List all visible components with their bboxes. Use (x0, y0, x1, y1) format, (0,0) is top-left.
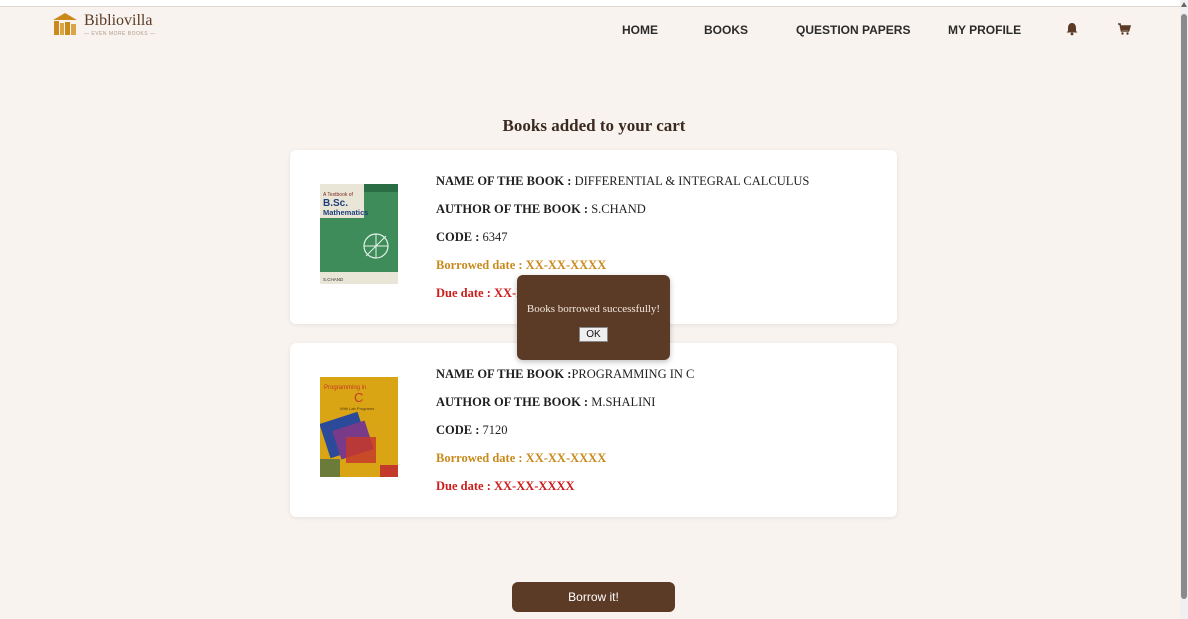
nav-question-papers[interactable]: QUESTION PAPERS (796, 23, 910, 37)
book-cover-image[interactable]: Programming in C With Lab Programs (320, 377, 398, 477)
page-scrollbar[interactable] (1180, 0, 1188, 619)
cart-item-card: Programming in C With Lab Programs NAME … (290, 343, 897, 517)
book-author-value: S.CHAND (588, 202, 646, 216)
book-code-label: CODE : (436, 230, 480, 244)
cart-icon[interactable] (1117, 22, 1131, 36)
book-author-label: AUTHOR OF THE BOOK : (436, 202, 589, 216)
dialog-message: Books borrowed successfully! (526, 303, 661, 315)
borrowed-date: Borrowed date : XX-XX-XXXX (436, 451, 607, 465)
book-author-row: AUTHOR OF THE BOOK : S.CHAND (436, 202, 809, 230)
book-cover-image[interactable]: A Textbook of B.Sc. Mathematics S.CHAND (320, 184, 398, 284)
scroll-up-arrow-icon[interactable] (1181, 2, 1187, 7)
book-name-label: NAME OF THE BOOK : (436, 367, 572, 381)
window-top-border (0, 0, 1188, 7)
success-dialog: Books borrowed successfully! OK (517, 275, 670, 360)
svg-text:Mathematics: Mathematics (323, 208, 368, 217)
book-code-value: 7120 (479, 423, 508, 437)
borrow-button[interactable]: Borrow it! (512, 582, 675, 612)
book-code-value: 6347 (479, 230, 508, 244)
brand[interactable]: Bibliovilla — EVEN MORE BOOKS — (52, 12, 155, 42)
page-title: Books added to your cart (502, 116, 686, 135)
book-name-row: NAME OF THE BOOK :PROGRAMMING IN C (436, 367, 694, 395)
navbar: Bibliovilla — EVEN MORE BOOKS — HOME BOO… (0, 7, 1180, 51)
svg-text:C: C (354, 390, 363, 405)
book-author-label: AUTHOR OF THE BOOK : (436, 395, 589, 409)
brand-tagline: — EVEN MORE BOOKS — (84, 31, 156, 37)
library-logo-icon (53, 13, 77, 35)
brand-name: Bibliovilla (84, 12, 153, 29)
book-details: NAME OF THE BOOK :PROGRAMMING IN C AUTHO… (436, 367, 694, 507)
bell-icon[interactable] (1065, 22, 1079, 36)
nav-books[interactable]: BOOKS (704, 23, 748, 37)
book-name-label: NAME OF THE BOOK : (436, 174, 572, 188)
nav-my-profile[interactable]: MY PROFILE (948, 23, 1021, 37)
book-name-row: NAME OF THE BOOK : DIFFERENTIAL & INTEGR… (436, 174, 809, 202)
book-code-row: CODE : 6347 (436, 230, 809, 258)
due-date: Due date : XX-XX-XXXX (436, 479, 575, 493)
nav-home[interactable]: HOME (622, 23, 658, 37)
book-name-value: PROGRAMMING IN C (571, 367, 695, 381)
book-author-row: AUTHOR OF THE BOOK : M.SHALINI (436, 395, 694, 423)
book-name-value: DIFFERENTIAL & INTEGRAL CALCULUS (571, 174, 810, 188)
svg-text:With Lab Programs: With Lab Programs (340, 406, 374, 411)
book-author-value: M.SHALINI (588, 395, 656, 409)
scrollbar-thumb[interactable] (1181, 14, 1187, 599)
book-code-row: CODE : 7120 (436, 423, 694, 451)
book-code-label: CODE : (436, 423, 480, 437)
svg-text:S.CHAND: S.CHAND (323, 277, 344, 282)
dialog-ok-button[interactable]: OK (579, 327, 608, 342)
